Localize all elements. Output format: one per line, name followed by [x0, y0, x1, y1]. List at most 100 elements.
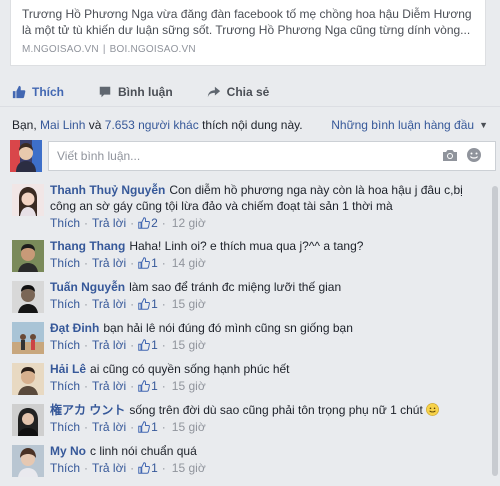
meta-dot: · — [130, 216, 135, 230]
comment-item: My No c linh nói chuẩn quá Thích · Trả lời… — [10, 443, 490, 484]
comment-reply-link[interactable]: Trả lời — [92, 216, 126, 230]
comment-body: 権アカ ウント sống trên đời dù sao cũng phải tô… — [50, 402, 490, 418]
meta-dot: · — [84, 379, 89, 393]
comment-like-count[interactable]: 1 — [138, 379, 158, 393]
meta-dot: · — [130, 338, 135, 352]
like-count-value: 1 — [151, 379, 158, 393]
link-description: Trương Hồ Phương Nga vừa đăng đàn facebo… — [22, 7, 472, 37]
likes-and: và — [88, 118, 102, 132]
sort-label: Những bình luận hàng đầu — [331, 118, 475, 132]
meta-dot: · — [161, 420, 166, 434]
comment-like-count[interactable]: 1 — [138, 461, 158, 475]
comment-body: Thanh Thuỷ Nguyễn Con diễm hồ phương nga … — [50, 182, 490, 214]
avatar[interactable] — [12, 322, 44, 354]
thumbs-up-icon — [138, 298, 151, 310]
comment-item: Tuấn Nguyễn làm sao để tránh đc miệng lưỡ… — [10, 279, 490, 320]
meta-dot: · — [84, 216, 89, 230]
smiley-emoji-icon — [426, 403, 440, 416]
comment-like-link[interactable]: Thích — [50, 420, 80, 434]
comment-reply-link[interactable]: Trả lời — [92, 379, 126, 393]
avatar[interactable] — [12, 363, 44, 395]
comment-meta: Thích · Trả lời · 1 · 15 giờ — [50, 297, 490, 311]
link-source: M.NGOISAO.VN | BOI.NGOISAO.VN — [22, 44, 475, 55]
meta-dot: · — [130, 297, 135, 311]
camera-icon[interactable] — [442, 147, 458, 163]
comment-composer: Viết bình luận... — [10, 140, 496, 174]
like-button[interactable]: Thích — [12, 85, 64, 99]
comment-timestamp[interactable]: 12 giờ — [172, 216, 206, 230]
comment-like-count[interactable]: 1 — [138, 338, 158, 352]
meta-dot: · — [84, 256, 89, 270]
likes-prefix: Bạn, — [12, 118, 37, 132]
comment-reply-link[interactable]: Trả lời — [92, 256, 126, 270]
comment-reply-link[interactable]: Trả lời — [92, 420, 126, 434]
comment-author[interactable]: Tuấn Nguyễn — [50, 280, 125, 294]
comment-author[interactable]: My No — [50, 444, 86, 458]
comment-timestamp[interactable]: 14 giờ — [172, 256, 206, 270]
comment-author[interactable]: Hải Lê — [50, 362, 86, 376]
comment-like-link[interactable]: Thích — [50, 461, 80, 475]
comment-input[interactable]: Viết bình luận... — [48, 141, 496, 171]
scrollbar[interactable] — [492, 186, 498, 476]
comment-item: Thang Thang Haha! Linh oi? e thích mua qu… — [10, 238, 490, 279]
comment-timestamp[interactable]: 15 giờ — [172, 420, 206, 434]
emoji-icon[interactable] — [466, 147, 482, 163]
thumbs-up-icon — [138, 380, 151, 392]
avatar[interactable] — [12, 445, 44, 477]
link-preview-card[interactable]: Trương Hồ Phương Nga vừa đăng đàn facebo… — [10, 0, 486, 66]
comment-author[interactable]: 権アカ ウント — [50, 403, 125, 417]
share-button[interactable]: Chia sẻ — [207, 85, 270, 99]
comment-meta: Thích · Trả lời · 1 · 15 giờ — [50, 379, 490, 393]
avatar[interactable] — [12, 184, 44, 216]
comment-like-link[interactable]: Thích — [50, 216, 80, 230]
comment-meta: Thích · Trả lời · 2 · 12 giờ — [50, 216, 490, 230]
comment-like-link[interactable]: Thích — [50, 297, 80, 311]
comment-like-count[interactable]: 1 — [138, 256, 158, 270]
comment-like-count[interactable]: 1 — [138, 420, 158, 434]
comment-list: Thanh Thuỷ Nguyễn Con diễm hồ phương nga … — [10, 182, 490, 484]
comment-reply-link[interactable]: Trả lời — [92, 297, 126, 311]
comment-author[interactable]: Thang Thang — [50, 239, 125, 253]
comment-reply-link[interactable]: Trả lời — [92, 461, 126, 475]
liker-friend-link[interactable]: Mai Linh — [40, 118, 85, 132]
comment-timestamp[interactable]: 15 giờ — [172, 379, 206, 393]
meta-dot: · — [84, 338, 89, 352]
comment-text: sống trên đời dù sao cũng phải tôn trọng… — [129, 403, 423, 417]
comment-sort-dropdown[interactable]: Những bình luận hàng đầu ▼ — [331, 118, 488, 132]
comment-text: Haha! Linh oi? e thích mua qua j?^^ a ta… — [129, 239, 364, 253]
comment-body: Hải Lê ai cũng có quyền sống hạnh phúc hế… — [50, 361, 490, 377]
comment-like-link[interactable]: Thích — [50, 256, 80, 270]
comment-button[interactable]: Bình luận — [98, 85, 173, 99]
like-count-value: 1 — [151, 461, 158, 475]
avatar[interactable] — [12, 404, 44, 436]
meta-dot: · — [161, 216, 166, 230]
comment-timestamp[interactable]: 15 giờ — [172, 461, 206, 475]
post-action-bar: Thích Bình luận Chia sẻ — [0, 78, 500, 107]
comment-timestamp[interactable]: 15 giờ — [172, 297, 206, 311]
avatar[interactable] — [12, 240, 44, 272]
avatar[interactable] — [12, 281, 44, 313]
comment-item: Đạt Đinh bạn hải lê nói đúng đó mình cũng… — [10, 320, 490, 361]
composer-icons — [442, 147, 482, 163]
comment-meta: Thích · Trả lời · 1 · 15 giờ — [50, 461, 490, 475]
comment-reply-link[interactable]: Trả lời — [92, 338, 126, 352]
comment-text: ai cũng có quyền sống hạnh phúc hết — [90, 362, 290, 376]
likers-others-link[interactable]: 7.653 người khác — [105, 118, 199, 132]
comment-label: Bình luận — [118, 85, 173, 99]
meta-dot: · — [84, 461, 89, 475]
comment-like-link[interactable]: Thích — [50, 338, 80, 352]
link-source-1: M.NGOISAO.VN — [22, 44, 99, 55]
comment-icon — [99, 86, 111, 98]
like-count-value: 1 — [151, 256, 158, 270]
meta-dot: · — [130, 420, 135, 434]
comment-author[interactable]: Thanh Thuỷ Nguyễn — [50, 183, 165, 197]
share-label: Chia sẻ — [226, 85, 270, 99]
comment-like-link[interactable]: Thích — [50, 379, 80, 393]
thumbs-up-icon — [138, 462, 151, 474]
comment-text: làm sao để tránh đc miệng lưỡi thế gian — [129, 280, 342, 294]
comment-body: Thang Thang Haha! Linh oi? e thích mua qu… — [50, 238, 490, 254]
comment-timestamp[interactable]: 15 giờ — [172, 338, 206, 352]
comment-like-count[interactable]: 2 — [138, 216, 158, 230]
comment-author[interactable]: Đạt Đinh — [50, 321, 99, 335]
comment-like-count[interactable]: 1 — [138, 297, 158, 311]
